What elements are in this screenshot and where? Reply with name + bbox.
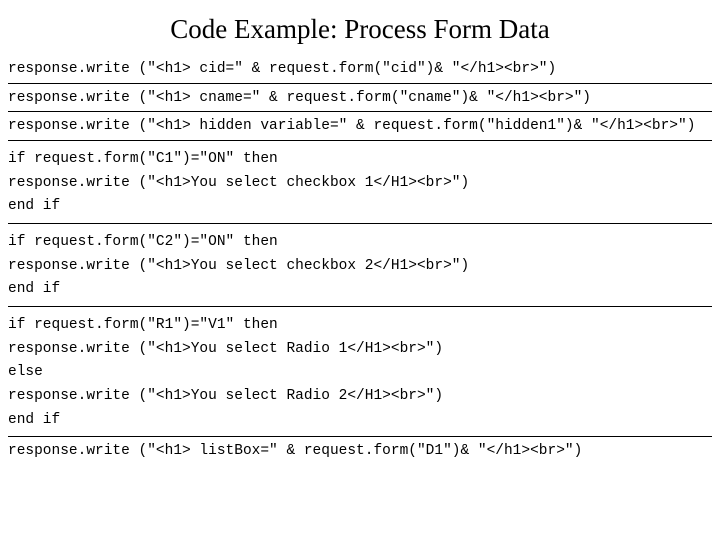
code-line: response.write ("<h1> cname=" & request.… (8, 84, 712, 113)
code-line: response.write ("<h1> listBox=" & reques… (8, 437, 712, 465)
code-text: response.write ("<h1>You select Radio 1<… (8, 337, 712, 361)
code-line: if request.form("R1")="V1" then response… (8, 307, 712, 437)
code-text: else (8, 360, 712, 384)
code-text: if request.form("C1")="ON" then (8, 147, 712, 171)
code-text: response.write ("<h1>You select checkbox… (8, 171, 712, 195)
code-text: end if (8, 408, 712, 432)
code-line: response.write ("<h1> cid=" & request.fo… (8, 55, 712, 84)
code-text: if request.form("C2")="ON" then (8, 230, 712, 254)
code-text: response.write ("<h1>You select Radio 2<… (8, 384, 712, 408)
code-text: end if (8, 194, 712, 218)
code-line: if request.form("C2")="ON" then response… (8, 224, 712, 307)
slide-title: Code Example: Process Form Data (8, 14, 712, 55)
code-listing: response.write ("<h1> cid=" & request.fo… (8, 55, 712, 465)
code-text: response.write ("<h1>You select checkbox… (8, 254, 712, 278)
code-line: response.write ("<h1> hidden variable=" … (8, 112, 712, 141)
code-text: end if (8, 277, 712, 301)
code-text: if request.form("R1")="V1" then (8, 313, 712, 337)
code-line: if request.form("C1")="ON" then response… (8, 141, 712, 224)
